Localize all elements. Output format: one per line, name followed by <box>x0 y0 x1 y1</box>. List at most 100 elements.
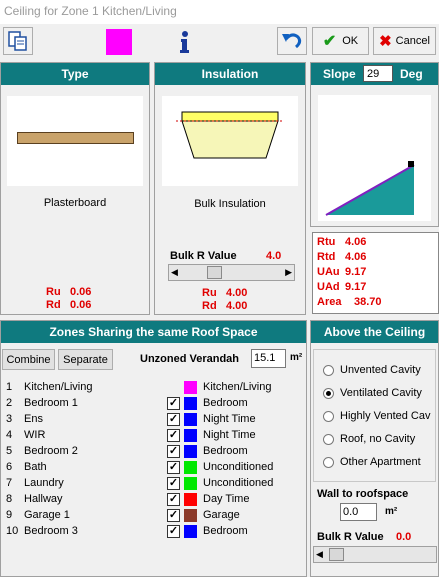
result-label: Rtu <box>317 236 336 248</box>
scroll-right-icon[interactable]: ▶ <box>285 267 292 278</box>
zone-color-swatch <box>184 397 197 410</box>
radio-button[interactable] <box>323 388 334 399</box>
zone-name: Laundry <box>24 477 64 489</box>
bulk-r-slider[interactable]: ◀ ▶ <box>168 264 295 281</box>
window-title: Ceiling for Zone 1 Kitchen/Living <box>4 4 177 18</box>
zone-checkbox[interactable]: ✓ <box>167 429 180 442</box>
zone-checkbox[interactable]: ✓ <box>167 525 180 538</box>
unzoned-input[interactable]: 15.1 <box>251 349 286 368</box>
ok-button[interactable]: ✔ OK <box>312 27 369 55</box>
slope-label: Slope <box>323 67 356 81</box>
plasterboard-image[interactable] <box>7 96 143 186</box>
zone-row[interactable]: 2 Bedroom 1 ✓ Bedroom <box>6 396 296 412</box>
zones-header: Zones Sharing the same Roof Space <box>1 321 306 343</box>
slider-thumb[interactable] <box>329 548 344 561</box>
rd-value: 0.06 <box>70 299 92 311</box>
zone-number: 4 <box>6 429 13 441</box>
zone-checkbox[interactable]: ✓ <box>167 477 180 490</box>
zone-type: Unconditioned <box>203 477 274 489</box>
zone-row[interactable]: 8 Hallway ✓ Day Time <box>6 492 296 508</box>
zone-type: Unconditioned <box>203 461 274 473</box>
zone-row[interactable]: 6 Bath ✓ Unconditioned <box>6 460 296 476</box>
zone-name: Ens <box>24 413 43 425</box>
result-label: UAu <box>317 266 340 278</box>
rd-label: Rd <box>46 299 61 311</box>
zone-color-swatch <box>184 429 197 442</box>
radio-button[interactable] <box>323 457 334 468</box>
zone-type: Day Time <box>203 493 250 505</box>
zone-name: Bedroom 3 <box>24 525 78 537</box>
type-header: Type <box>1 63 149 85</box>
result-value: 38.70 <box>354 296 382 308</box>
radio-button[interactable] <box>323 365 334 376</box>
zone-color-swatch <box>184 525 197 538</box>
zone-checkbox[interactable]: ✓ <box>167 493 180 506</box>
zone-number: 6 <box>6 461 13 473</box>
zone-row[interactable]: 1 Kitchen/Living Kitchen/Living <box>6 380 296 396</box>
undo-button[interactable] <box>277 27 307 55</box>
zone-row[interactable]: 7 Laundry ✓ Unconditioned <box>6 476 296 492</box>
above-bulk-r-value: 0.0 <box>396 531 412 543</box>
undo-icon <box>282 33 302 49</box>
cavity-option-label: Roof, no Cavity <box>340 433 416 445</box>
combine-button[interactable]: Combine <box>2 349 55 370</box>
copy-button[interactable] <box>3 27 33 55</box>
ok-label: OK <box>342 35 359 47</box>
zone-row[interactable]: 10 Bedroom 3 ✓ Bedroom <box>6 524 296 540</box>
zone-checkbox[interactable]: ✓ <box>167 413 180 426</box>
info-button[interactable] <box>175 29 195 55</box>
scroll-left-icon[interactable]: ◀ <box>171 267 178 278</box>
zone-checkbox[interactable]: ✓ <box>167 445 180 458</box>
zone-name: Garage 1 <box>24 509 70 521</box>
result-value: 4.06 <box>345 236 367 248</box>
ins-ru-value: 4.00 <box>226 287 248 299</box>
roof-slope-shape <box>325 161 415 216</box>
zone-type: Garage <box>203 509 240 521</box>
zone-number: 3 <box>6 413 13 425</box>
type-material-label: Plasterboard <box>43 197 107 209</box>
wall-roofspace-input[interactable]: 0.0 <box>340 503 377 521</box>
above-bulk-r-slider[interactable]: ◀ <box>313 546 437 563</box>
zone-type: Night Time <box>203 413 256 425</box>
slope-unit: Deg <box>400 67 423 81</box>
radio-button[interactable] <box>323 434 334 445</box>
zone-name: Kitchen/Living <box>24 381 93 393</box>
above-bulk-r-label: Bulk R Value <box>317 531 384 543</box>
slider-thumb[interactable] <box>207 266 222 279</box>
insulation-image[interactable] <box>162 96 298 186</box>
ru-label: Ru <box>46 286 61 298</box>
zone-number: 10 <box>6 525 19 537</box>
zone-checkbox[interactable]: ✓ <box>167 461 180 474</box>
check-icon: ✔ <box>322 33 337 50</box>
zone-type: Kitchen/Living <box>203 381 272 393</box>
zone-number: 2 <box>6 397 13 409</box>
zone-name: Bedroom 2 <box>24 445 78 457</box>
insulation-shape <box>176 111 284 159</box>
radio-button[interactable] <box>323 411 334 422</box>
separate-button[interactable]: Separate <box>58 349 113 370</box>
zone-row[interactable]: 4 WIR ✓ Night Time <box>6 428 296 444</box>
zone-name: Hallway <box>24 493 63 505</box>
zone-type: Bedroom <box>203 525 248 537</box>
scroll-left-icon[interactable]: ◀ <box>316 549 323 560</box>
cancel-button[interactable]: ✖ Cancel <box>373 27 436 55</box>
above-ceiling-header: Above the Ceiling <box>311 321 438 343</box>
cavity-option-label: Other Apartment <box>340 456 421 468</box>
zone-color-swatch[interactable] <box>106 29 132 55</box>
copy-icon <box>8 31 27 51</box>
zone-row[interactable]: 5 Bedroom 2 ✓ Bedroom <box>6 444 296 460</box>
zone-row[interactable]: 3 Ens ✓ Night Time <box>6 412 296 428</box>
slope-input[interactable]: 29 <box>363 65 393 82</box>
zone-color-swatch <box>184 493 197 506</box>
ins-rd-label: Rd <box>202 300 217 312</box>
zone-color-swatch <box>184 381 197 394</box>
zone-checkbox[interactable]: ✓ <box>167 509 180 522</box>
title-bar: Ceiling for Zone 1 Kitchen/Living <box>0 0 439 24</box>
zone-number: 7 <box>6 477 13 489</box>
insulation-material-label: Bulk Insulation <box>194 198 266 210</box>
zone-checkbox[interactable]: ✓ <box>167 397 180 410</box>
cavity-option-label: Highly Vented Cav <box>340 410 431 422</box>
result-label: Area <box>317 296 342 308</box>
zone-row[interactable]: 9 Garage 1 ✓ Garage <box>6 508 296 524</box>
slope-header: Slope 29 Deg <box>311 63 438 85</box>
